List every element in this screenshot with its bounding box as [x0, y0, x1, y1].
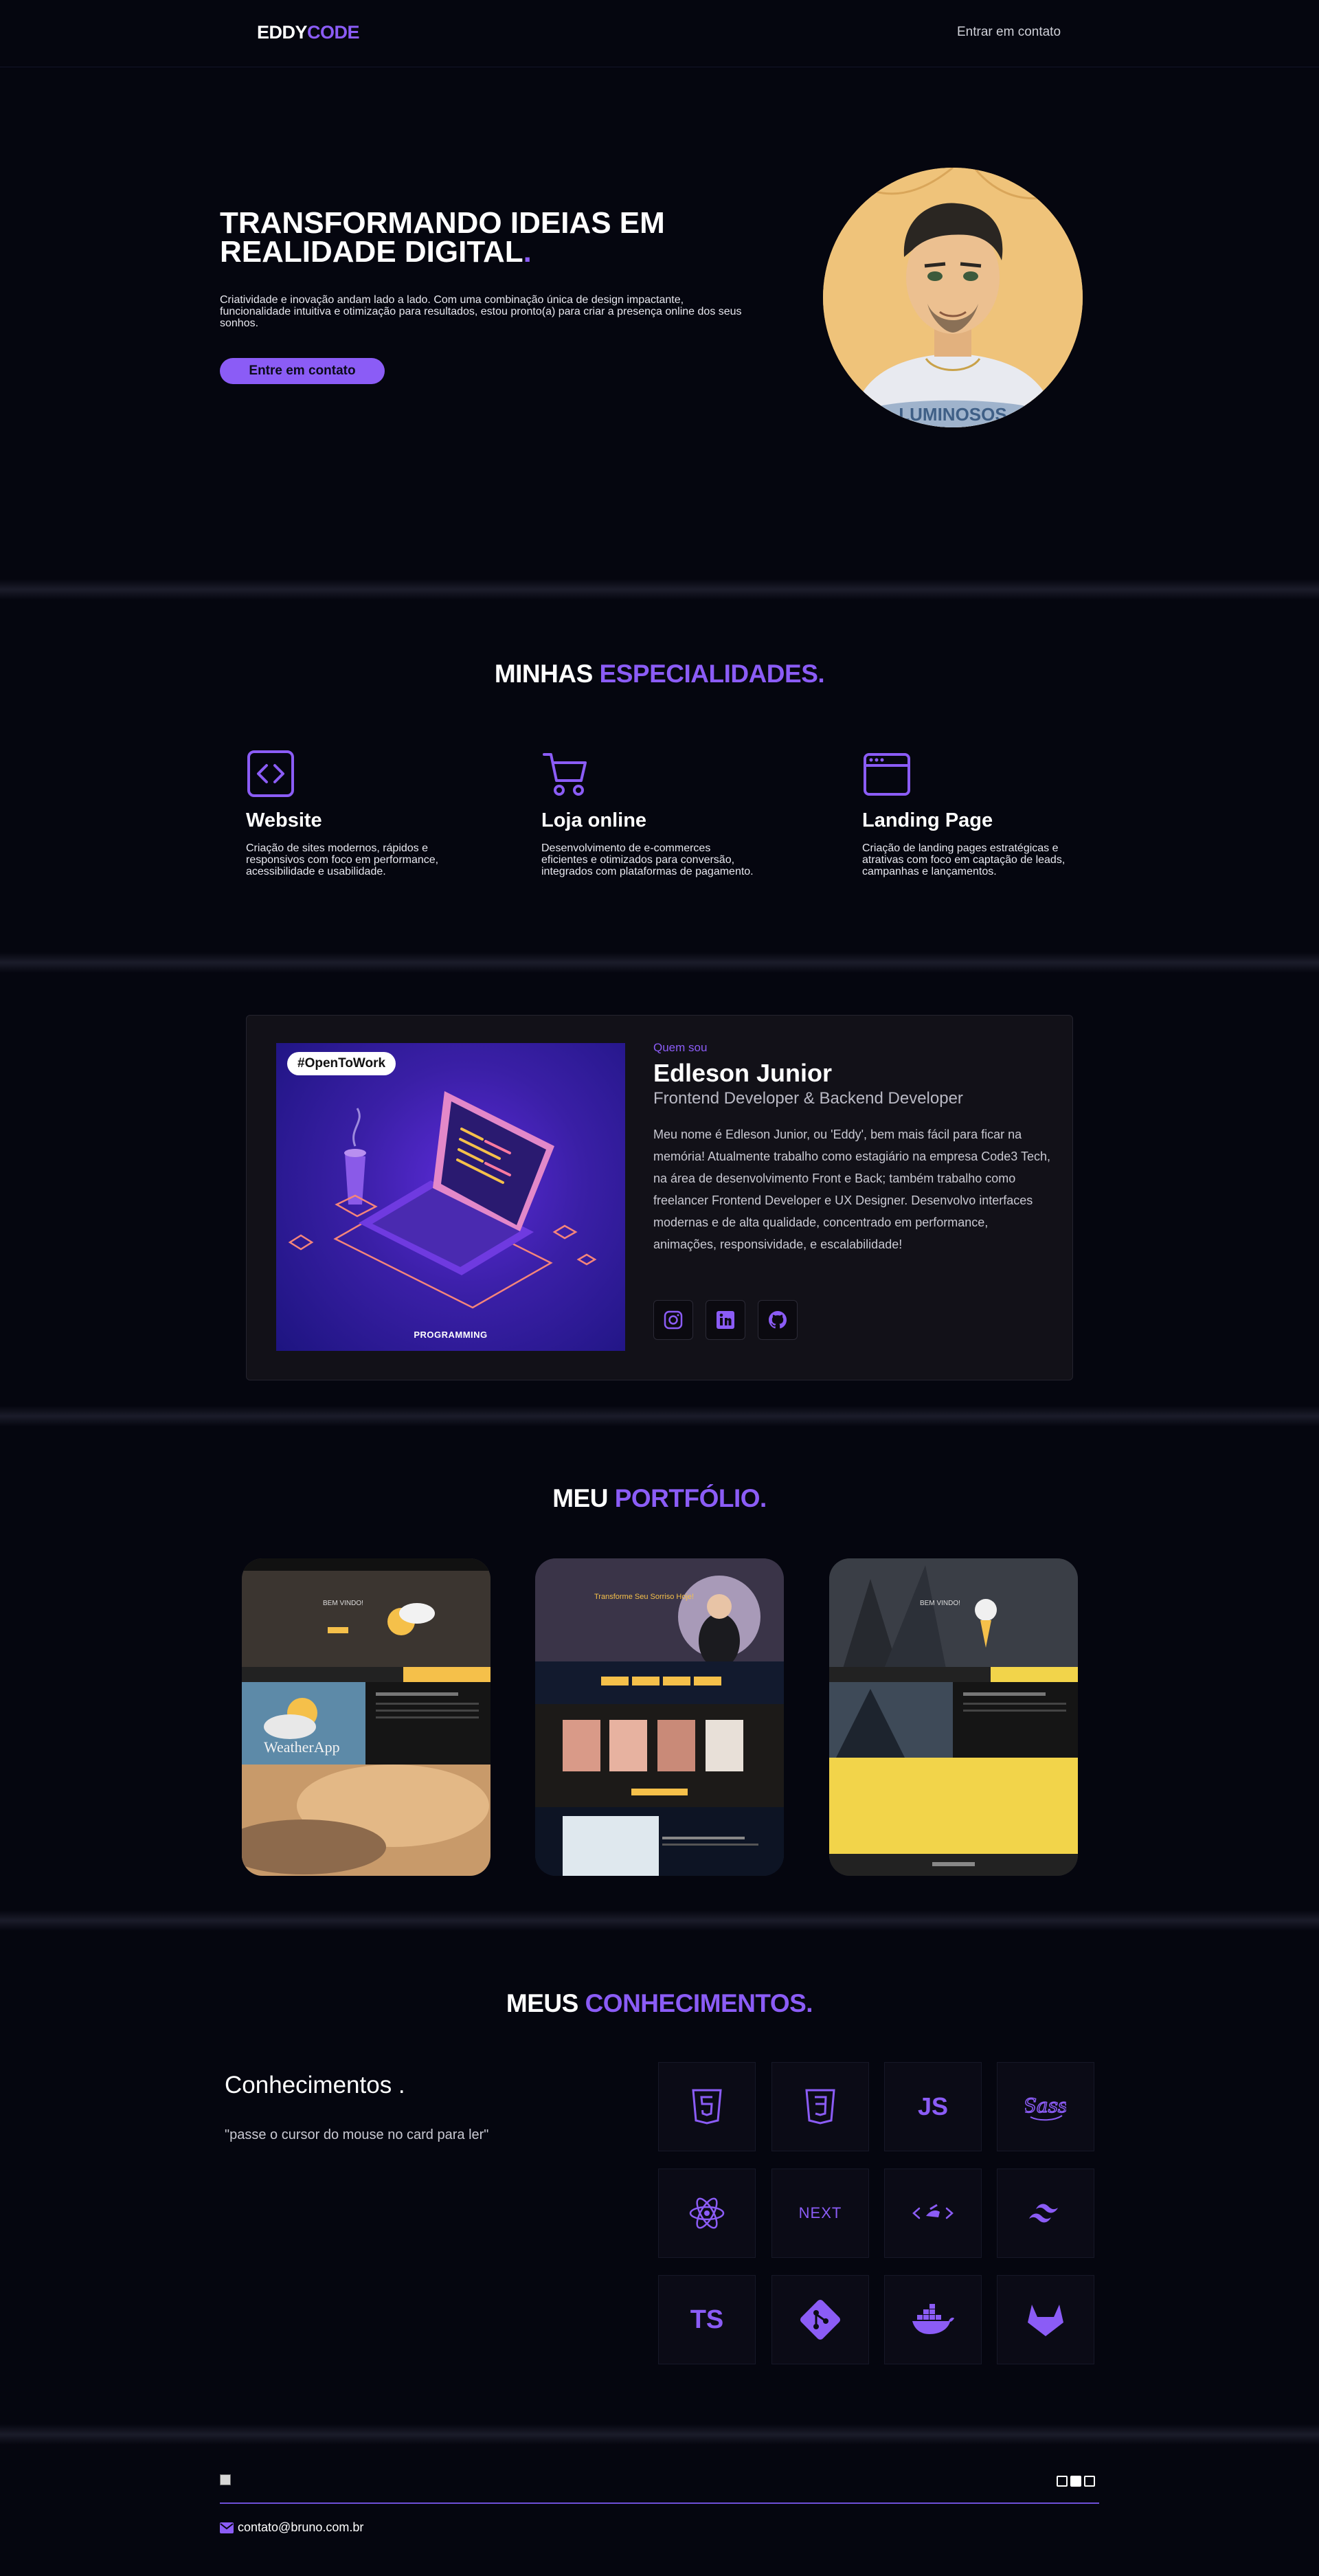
react-icon: [689, 2197, 725, 2229]
section-divider: [0, 952, 1319, 973]
section-divider: [0, 579, 1319, 600]
skill-card-gitlab[interactable]: [997, 2275, 1094, 2364]
specialties-title-part-1: MINHAS: [494, 660, 593, 688]
programming-illustration: [276, 1043, 625, 1351]
knowledge-heading: Conhecimentos .: [225, 2072, 405, 2098]
about-bio: Meu nome é Edleson Junior, ou 'Eddy', be…: [653, 1128, 1050, 1251]
skill-card-git[interactable]: [771, 2275, 869, 2364]
skill-card-nextjs[interactable]: NEXT: [771, 2169, 869, 2258]
cart-icon: [541, 749, 591, 798]
vscode-icon: [912, 2204, 954, 2219]
hero-title-dot: .: [523, 235, 532, 269]
specialty-desc-loja: Desenvolvimento de e-commerces eficiente…: [541, 842, 754, 877]
about-label: Quem sou: [653, 1041, 708, 1054]
skill-card-docker[interactable]: [884, 2275, 982, 2364]
skill-card-vscode[interactable]: [884, 2169, 982, 2258]
contact-nav-link[interactable]: Entrar em contato: [957, 25, 1061, 40]
section-divider: [0, 2424, 1319, 2445]
portfolio-title-part-1: MEU: [552, 1484, 608, 1512]
html5-icon: [692, 2089, 722, 2125]
nextjs-icon: NEXT: [798, 2204, 842, 2221]
about-role: Frontend Developer & Backend Developer: [653, 1089, 963, 1108]
hero-title-line-1: TRANSFORMANDO IDEIAS EM: [220, 206, 665, 240]
specialty-desc-landing: Criação de landing pages estratégicas e …: [862, 842, 1066, 877]
git-icon: [800, 2299, 841, 2340]
gitlab-icon: [1028, 2305, 1063, 2336]
skill-card-css3[interactable]: [771, 2062, 869, 2151]
specialties-title-part-2: ESPECIALIDADES.: [599, 660, 825, 688]
docker-icon: [912, 2304, 954, 2334]
specialties-title: MINHAS ESPECIALIDADES.: [0, 660, 1319, 688]
github-icon[interactable]: [1084, 2476, 1095, 2487]
github-link[interactable]: [758, 1300, 798, 1340]
specialty-title-loja: Loja online: [541, 809, 647, 831]
footer-logo-image: [220, 2474, 231, 2485]
knowledge-title-part-2: CONHECIMENTOS.: [585, 1989, 813, 2017]
about-name: Edleson Junior: [653, 1059, 833, 1087]
footer-email[interactable]: contato@bruno.com.br: [220, 2520, 363, 2535]
portfolio-title-part-2: PORTFÓLIO.: [614, 1484, 767, 1512]
skill-card-javascript[interactable]: JS: [884, 2062, 982, 2151]
hero-description: Criatividade e inovação andam lado a lad…: [220, 294, 742, 329]
portfolio-project-hero-text: BEM VINDO!: [323, 1600, 363, 1607]
linkedin-link[interactable]: [706, 1300, 745, 1340]
footer-divider: [220, 2502, 1099, 2504]
hero-title: TRANSFORMANDO IDEIAS EM REALIDADE DIGITA…: [220, 206, 742, 269]
mail-icon: [220, 2522, 234, 2533]
portfolio-project-card[interactable]: WeatherApp BEM VINDO!: [242, 1558, 491, 1876]
portfolio-title: MEU PORTFÓLIO.: [0, 1484, 1319, 1513]
section-divider: [0, 1910, 1319, 1931]
site-header: EDDYCODE Entrar em contato: [0, 0, 1319, 67]
footer-email-text: contato@bruno.com.br: [238, 2520, 364, 2534]
skill-card-sass[interactable]: Sass: [997, 2062, 1094, 2151]
portfolio-project-name: WeatherApp: [264, 1738, 340, 1756]
specialty-title-website: Website: [246, 809, 322, 831]
illustration-caption: PROGRAMMING: [414, 1330, 488, 1340]
knowledge-title-part-1: MEUS: [506, 1989, 578, 2017]
portfolio-project-hero-text: BEM VINDO!: [920, 1600, 960, 1607]
instagram-icon[interactable]: [1057, 2476, 1068, 2487]
skill-card-tailwind[interactable]: [997, 2169, 1094, 2258]
site-logo[interactable]: EDDYCODE: [257, 22, 360, 43]
tailwind-icon: [1029, 2204, 1058, 2223]
knowledge-hint: "passe o cursor do mouse no card para le…: [225, 2127, 489, 2142]
hero-contact-button[interactable]: Entre em contato: [220, 358, 385, 384]
instagram-link[interactable]: [653, 1300, 693, 1340]
github-icon: [769, 1311, 787, 1329]
skill-card-react[interactable]: [658, 2169, 756, 2258]
typescript-icon: TS: [690, 2305, 724, 2334]
skill-card-typescript[interactable]: TS: [658, 2275, 756, 2364]
section-divider: [0, 1406, 1319, 1426]
linkedin-icon[interactable]: [1070, 2476, 1081, 2487]
portfolio-project-hero-text: Transforme Seu Sorriso Hoje!: [594, 1593, 695, 1601]
instagram-icon: [664, 1310, 683, 1330]
portfolio-project-card[interactable]: BEM VINDO!: [829, 1558, 1078, 1876]
logo-part-2: CODE: [307, 22, 360, 43]
open-to-work-badge: #OpenToWork: [287, 1052, 396, 1075]
knowledge-title: MEUS CONHECIMENTOS.: [0, 1989, 1319, 2018]
portfolio-project-card[interactable]: Transforme Seu Sorriso Hoje!: [535, 1558, 784, 1876]
hero-title-line-2: REALIDADE DIGITAL: [220, 235, 523, 269]
browser-window-icon: [862, 750, 912, 800]
logo-part-1: EDDY: [257, 22, 308, 43]
svg-text:Sass: Sass: [1025, 2094, 1066, 2117]
specialty-desc-website: Criação de sites modernos, rápidos e res…: [246, 842, 439, 877]
linkedin-icon: [717, 1311, 734, 1329]
code-icon: [246, 749, 295, 798]
specialty-title-landing: Landing Page: [862, 809, 993, 831]
css3-icon: [805, 2089, 835, 2125]
footer-social-icons: [1057, 2476, 1095, 2487]
svg-text:LUMINOSOS: LUMINOSOS: [899, 404, 1006, 425]
skill-card-html5[interactable]: [658, 2062, 756, 2151]
profile-avatar: LUMINOSOS: [823, 168, 1083, 427]
javascript-icon: JS: [917, 2092, 949, 2120]
sass-icon: Sass: [1025, 2094, 1066, 2121]
